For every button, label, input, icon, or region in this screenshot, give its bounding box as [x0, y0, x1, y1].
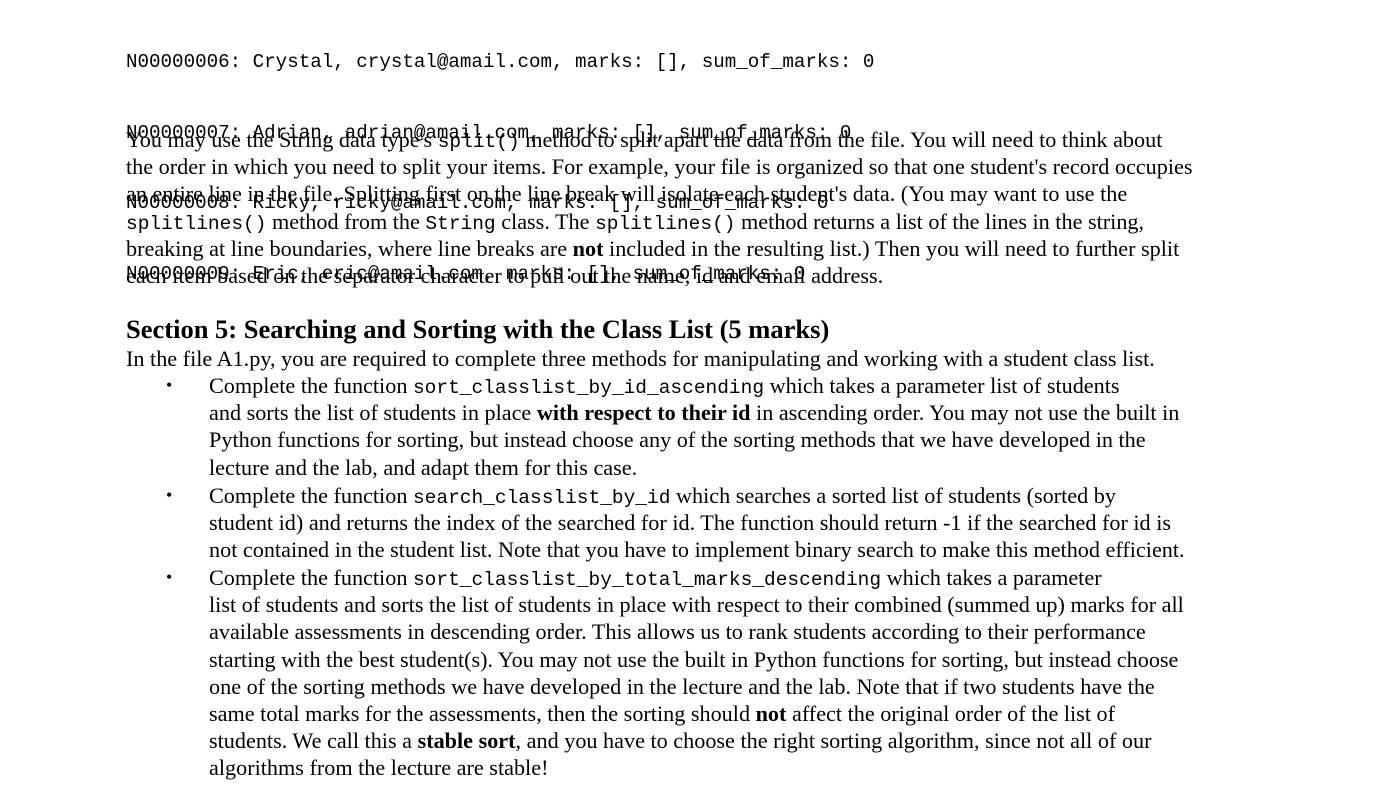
bullet-line: student id) and returns the index of the…	[209, 510, 1171, 536]
inline-code: splitlines()	[595, 212, 736, 235]
paragraph-line: breaking at line boundaries, where line …	[126, 235, 1326, 262]
text: You may use the String data type's	[126, 127, 438, 152]
inline-code: String	[425, 212, 496, 235]
text: which takes a parameter	[881, 565, 1102, 590]
paragraph-line: each item based on the separator charact…	[126, 262, 884, 288]
bullet-line: Complete the function search_classlist_b…	[209, 482, 1185, 509]
inline-code: search_classlist_by_id	[412, 487, 671, 509]
bullet-line: lecture and the lab, and adapt them for …	[209, 454, 638, 480]
bold-text: stable sort	[417, 728, 516, 754]
text: students. We call this a	[209, 728, 418, 754]
text: breaking at line boundaries, where line …	[126, 235, 573, 261]
paragraph-line: You may use the String data type's split…	[126, 126, 1326, 153]
paragraph-line: splitlines() method from the String clas…	[126, 208, 1326, 235]
paragraph-line: the order in which you need to split you…	[126, 154, 1193, 180]
inline-code: sort_classlist_by_id_ascending	[412, 377, 765, 399]
text: , and you have to choose the right sorti…	[515, 728, 1152, 754]
bullet-line: available assessments in descending orde…	[209, 619, 1146, 645]
text: and sorts the list of students in place	[209, 400, 537, 426]
bullet-line: list of students and sorts the list of s…	[209, 592, 1184, 618]
text: affect the original order of the list of	[786, 700, 1116, 726]
inline-code: sort_classlist_by_total_marks_descending	[412, 569, 882, 591]
bullet-line: same total marks for the assessments, th…	[209, 700, 1184, 727]
bullet-line: one of the sorting methods we have devel…	[209, 673, 1155, 699]
code-line: N00000006: Crystal, crystal@amail.com, m…	[126, 51, 875, 73]
text: method to split apart the data from the …	[519, 127, 1163, 152]
bullet-line: algorithms from the lecture are stable!	[209, 755, 549, 781]
split-instructions-paragraph: You may use the String data type's split…	[126, 126, 1326, 289]
text: in ascending order. You may not use the …	[750, 400, 1180, 426]
bullet-line: not contained in the student list. Note …	[209, 537, 1185, 563]
bullet-line: students. We call this a stable sort, an…	[209, 727, 1184, 754]
bullet-icon: •	[166, 485, 173, 505]
text: Complete the function	[209, 373, 413, 398]
bullet-line: Complete the function sort_classlist_by_…	[209, 372, 1179, 399]
bullet-icon: •	[166, 375, 173, 395]
text: same total marks for the assessments, th…	[209, 700, 756, 726]
section-intro: In the file A1.py, you are required to c…	[126, 346, 1155, 371]
paragraph-line: an entire line in the file. Splitting fi…	[126, 181, 1128, 207]
bold-text: not	[572, 235, 604, 261]
text: Complete the function	[209, 565, 413, 590]
bullet-icon: •	[166, 567, 173, 587]
text: class. The	[495, 208, 596, 234]
section-heading: Section 5: Searching and Sorting with th…	[126, 314, 830, 344]
bullet-line: Complete the function sort_classlist_by_…	[209, 564, 1184, 591]
bullet-line: starting with the best student(s). You m…	[209, 646, 1179, 672]
bullet-text: Complete the function sort_classlist_by_…	[209, 564, 1184, 782]
text: included in the resulting list.) Then yo…	[603, 235, 1180, 261]
bullet-line: and sorts the list of students in place …	[209, 399, 1179, 426]
inline-code: split()	[437, 131, 520, 153]
text: which searches a sorted list of students…	[670, 483, 1116, 508]
inline-code: splitlines()	[126, 212, 267, 235]
bullet-text: Complete the function search_classlist_b…	[209, 482, 1185, 564]
bullet-text: Complete the function sort_classlist_by_…	[209, 372, 1179, 481]
text: method from the	[266, 208, 426, 234]
text: Complete the function	[209, 483, 413, 508]
bullet-line: Python functions for sorting, but instea…	[209, 427, 1146, 453]
bold-text: with respect to their id	[536, 400, 751, 426]
text: which takes a parameter list of students	[764, 373, 1120, 398]
bold-text: not	[755, 700, 787, 726]
text: method returns a list of the lines in th…	[735, 208, 1145, 234]
